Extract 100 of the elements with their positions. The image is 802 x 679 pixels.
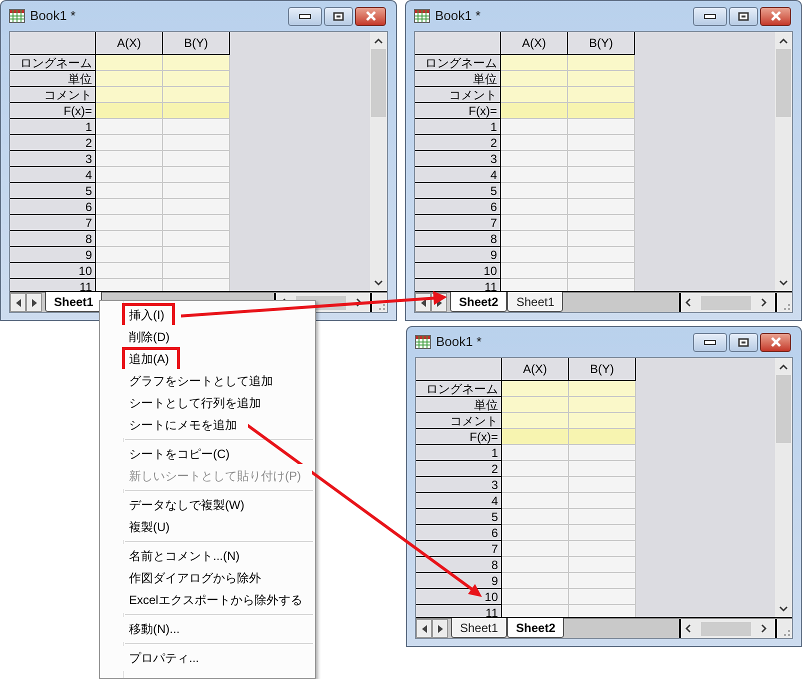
table-cell[interactable] [568, 103, 635, 119]
next-sheet-button[interactable] [26, 293, 42, 312]
table-cell[interactable] [163, 183, 230, 199]
scroll-left-icon[interactable] [685, 624, 691, 633]
table-cell[interactable] [569, 573, 636, 589]
resize-grip-icon[interactable] [775, 293, 792, 312]
table-cell[interactable] [568, 183, 635, 199]
close-button[interactable] [760, 332, 791, 352]
menu-item[interactable]: 挿入(I) [122, 302, 176, 328]
table-cell[interactable] [568, 199, 635, 215]
table-cell[interactable] [501, 231, 568, 247]
table-cell[interactable] [502, 461, 569, 477]
scroll-right-icon[interactable] [761, 298, 767, 307]
table-cell[interactable] [96, 183, 163, 199]
table-cell[interactable] [568, 279, 635, 291]
table-cell[interactable] [502, 429, 569, 445]
minimize-button[interactable] [288, 6, 322, 26]
table-cell[interactable] [96, 247, 163, 263]
close-icon[interactable] [770, 337, 782, 347]
table-cell[interactable] [96, 263, 163, 279]
sheet-tab[interactable]: Sheet1 [45, 292, 102, 312]
left-triangle-icon[interactable] [422, 624, 426, 632]
table-cell[interactable] [569, 461, 636, 477]
table-cell[interactable] [501, 119, 568, 135]
next-sheet-button[interactable] [432, 619, 448, 638]
restore-button[interactable] [324, 6, 353, 26]
table-cell[interactable] [163, 263, 230, 279]
table-cell[interactable] [163, 119, 230, 135]
scroll-right-icon[interactable] [356, 298, 362, 307]
table-cell[interactable] [163, 199, 230, 215]
table-cell[interactable] [569, 525, 636, 541]
vertical-scrollbar[interactable] [775, 32, 792, 291]
minimize-icon[interactable] [704, 340, 716, 344]
table-cell[interactable] [501, 71, 568, 87]
table-cell[interactable] [502, 525, 569, 541]
table-cell[interactable] [501, 183, 568, 199]
table-cell[interactable] [501, 87, 568, 103]
sheet-tab[interactable]: Sheet1 [507, 292, 564, 312]
table-cell[interactable] [502, 413, 569, 429]
column-header[interactable]: A(X) [502, 358, 569, 381]
scroll-thumb[interactable] [701, 622, 751, 636]
sheet-tab[interactable]: Sheet2 [450, 292, 508, 312]
table-cell[interactable] [96, 151, 163, 167]
table-cell[interactable] [502, 445, 569, 461]
table-cell[interactable] [96, 199, 163, 215]
column-header[interactable]: B(Y) [569, 358, 636, 381]
table-cell[interactable] [501, 103, 568, 119]
scroll-thumb[interactable] [371, 49, 386, 117]
table-cell[interactable] [96, 119, 163, 135]
table-cell[interactable] [163, 103, 230, 119]
table-cell[interactable] [502, 477, 569, 493]
table-cell[interactable] [568, 247, 635, 263]
table-cell[interactable] [501, 279, 568, 291]
previous-sheet-button[interactable] [10, 293, 26, 312]
table-cell[interactable] [568, 151, 635, 167]
table-cell[interactable] [568, 71, 635, 87]
previous-sheet-button[interactable] [416, 619, 432, 638]
table-cell[interactable] [163, 279, 230, 291]
minimize-button[interactable] [693, 6, 727, 26]
horizontal-scrollbar[interactable] [679, 293, 771, 312]
table-cell[interactable] [96, 231, 163, 247]
table-cell[interactable] [163, 247, 230, 263]
table-cell[interactable] [569, 557, 636, 573]
table-cell[interactable] [569, 413, 636, 429]
table-cell[interactable] [568, 263, 635, 279]
table-cell[interactable] [501, 215, 568, 231]
table-cell[interactable] [501, 263, 568, 279]
table-cell[interactable] [568, 167, 635, 183]
table-cell[interactable] [501, 167, 568, 183]
table-cell[interactable] [96, 55, 163, 71]
table-cell[interactable] [501, 55, 568, 71]
table-cell[interactable] [96, 71, 163, 87]
table-cell[interactable] [96, 103, 163, 119]
table-cell[interactable] [568, 87, 635, 103]
table-cell[interactable] [96, 87, 163, 103]
vertical-scrollbar[interactable] [775, 358, 792, 617]
table-cell[interactable] [569, 589, 636, 605]
table-cell[interactable] [163, 231, 230, 247]
minimize-button[interactable] [693, 332, 727, 352]
restore-icon[interactable] [738, 338, 749, 346]
table-cell[interactable] [163, 215, 230, 231]
table-cell[interactable] [163, 151, 230, 167]
table-cell[interactable] [502, 381, 569, 397]
table-cell[interactable] [163, 55, 230, 71]
table-cell[interactable] [502, 573, 569, 589]
right-triangle-icon[interactable] [438, 624, 442, 632]
table-cell[interactable] [502, 493, 569, 509]
close-icon[interactable] [770, 11, 782, 21]
table-cell[interactable] [569, 429, 636, 445]
table-cell[interactable] [568, 215, 635, 231]
table-cell[interactable] [501, 199, 568, 215]
table-cell[interactable] [96, 215, 163, 231]
table-cell[interactable] [163, 135, 230, 151]
table-cell[interactable] [502, 605, 569, 617]
sheet-tab[interactable]: Sheet2 [507, 618, 564, 638]
table-cell[interactable] [502, 557, 569, 573]
close-button[interactable] [760, 6, 791, 26]
sheet-tab[interactable]: Sheet1 [451, 618, 508, 638]
table-cell[interactable] [569, 605, 636, 617]
restore-icon[interactable] [738, 12, 749, 20]
